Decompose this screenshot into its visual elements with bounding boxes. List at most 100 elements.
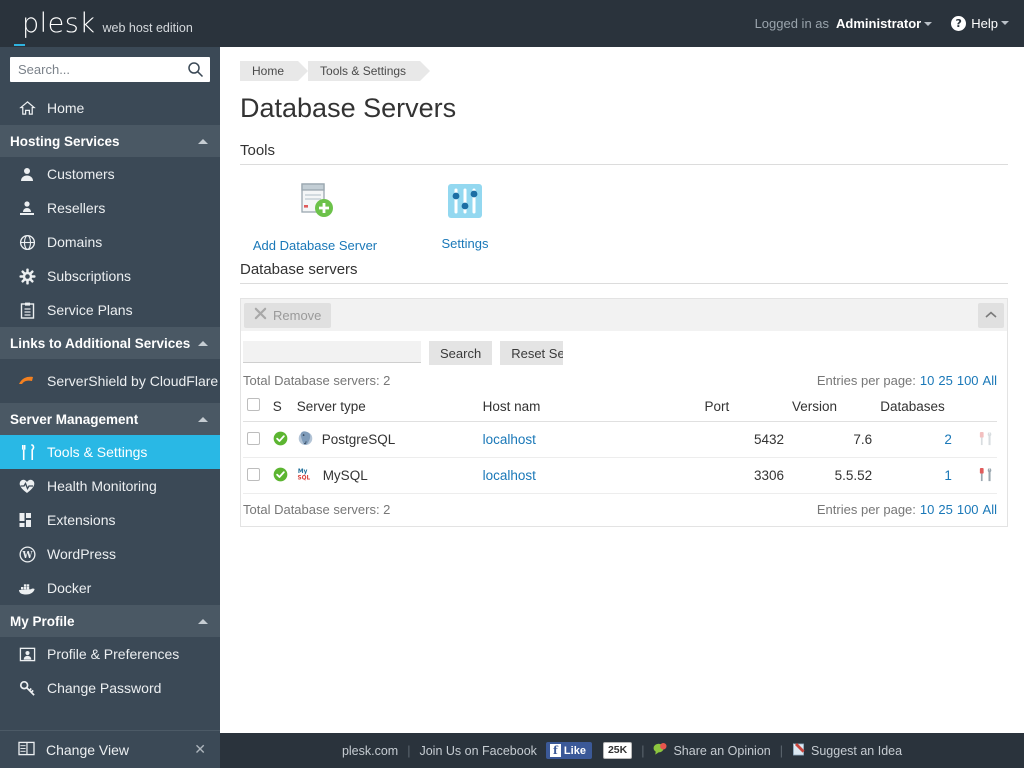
select-all-checkbox[interactable] <box>247 398 260 411</box>
search-icon[interactable] <box>187 61 204 78</box>
entries-option-10[interactable]: 10 <box>920 502 934 517</box>
row-version-cell: 7.6 <box>788 422 876 458</box>
extensions-icon <box>18 511 36 529</box>
change-view-button[interactable]: Change View ✕ <box>0 730 220 768</box>
table-head: S Server type Host nam Port Version Data… <box>243 393 997 422</box>
footer-separator: | <box>407 744 410 758</box>
close-icon[interactable]: ✕ <box>194 741 206 758</box>
sidebar-item-label: Home <box>47 100 84 116</box>
column-header-server-type[interactable]: Server type <box>293 393 479 422</box>
sidebar-group-label: Hosting Services <box>10 134 120 149</box>
admin-user-menu[interactable]: Administrator <box>836 16 932 31</box>
entries-option-25[interactable]: 25 <box>938 502 952 517</box>
entries-per-page-bottom: Entries per page:1025100All <box>817 502 997 517</box>
caret-up-icon <box>198 139 208 144</box>
cloudflare-icon <box>18 372 36 390</box>
add-database-server-tool[interactable]: Add Database Server <box>240 181 390 253</box>
tools-icon[interactable] <box>978 434 993 449</box>
total-count-label-top: Total Database servers: 2 <box>243 373 390 388</box>
caret-down-icon <box>1001 21 1009 25</box>
table-row[interactable]: My SQL MySQL localhost 3306 <box>243 458 997 494</box>
sidebar-item-label: ServerShield by CloudFlare <box>47 374 218 389</box>
footer-facebook-link[interactable]: Join Us on Facebook <box>419 744 536 758</box>
column-header-databases[interactable]: Databases <box>876 393 956 422</box>
sidebar-group-my-profile[interactable]: My Profile <box>0 605 220 637</box>
entries-per-page-top: Entries per page: 10 25 100 All <box>817 373 997 388</box>
column-header-port[interactable]: Port <box>701 393 788 422</box>
row-actions-cell <box>956 458 997 494</box>
breadcrumb-item-home[interactable]: Home <box>240 61 298 81</box>
entries-option-all[interactable]: All <box>983 502 997 517</box>
row-checkbox[interactable] <box>247 432 260 445</box>
settings-tool[interactable]: Settings <box>390 181 540 253</box>
row-status-cell <box>269 422 293 458</box>
sidebar-item-resellers[interactable]: Resellers <box>0 191 220 225</box>
search-input[interactable] <box>10 62 210 77</box>
row-port-cell: 3306 <box>701 458 788 494</box>
row-server-type-label: PostgreSQL <box>322 432 396 447</box>
sidebar-item-subscriptions[interactable]: Subscriptions <box>0 259 220 293</box>
filter-input[interactable] <box>243 341 421 363</box>
entries-option-25[interactable]: 25 <box>938 373 952 388</box>
profile-icon <box>18 645 36 663</box>
breadcrumb-item-tools-settings[interactable]: Tools & Settings <box>308 61 420 81</box>
collapse-panel-button[interactable] <box>978 303 1004 328</box>
column-header-status[interactable]: S <box>269 393 293 422</box>
resellers-icon <box>18 199 36 217</box>
suggest-idea-link[interactable]: Suggest an Idea <box>792 742 902 759</box>
sidebar-item-label: Customers <box>47 166 115 182</box>
sidebar-item-label: Domains <box>47 234 102 250</box>
reset-search-button[interactable]: Reset Search <box>500 341 563 365</box>
row-checkbox[interactable] <box>247 468 260 481</box>
sidebar-item-service-plans[interactable]: Service Plans <box>0 293 220 327</box>
sidebar-navigation: Home Hosting Services Customers Reseller… <box>0 47 220 768</box>
sidebar-item-home[interactable]: Home <box>0 91 220 125</box>
sidebar-item-servershield-cloudflare[interactable]: ServerShield by CloudFlare <box>0 359 220 403</box>
table-row[interactable]: PostgreSQL localhost 5432 7.6 2 <box>243 422 997 458</box>
sidebar-item-health-monitoring[interactable]: Health Monitoring <box>0 469 220 503</box>
databases-count-link[interactable]: 1 <box>944 468 952 483</box>
row-server-type-cell: PostgreSQL <box>293 422 479 458</box>
remove-button[interactable]: Remove <box>244 303 331 328</box>
sidebar-group-additional-services[interactable]: Links to Additional Services <box>0 327 220 359</box>
entries-per-page-label: Entries per page: <box>817 373 916 388</box>
entries-option-100[interactable]: 100 <box>957 502 979 517</box>
search-box[interactable] <box>10 57 210 82</box>
sidebar-group-label: My Profile <box>10 614 75 629</box>
column-header-version[interactable]: Version <box>788 393 876 422</box>
home-icon <box>18 99 36 117</box>
sidebar-item-docker[interactable]: Docker <box>0 571 220 605</box>
host-link[interactable]: localhost <box>483 432 536 447</box>
change-view-label: Change View <box>46 742 129 758</box>
breadcrumb: Home Tools & Settings <box>240 61 1008 81</box>
entries-option-100[interactable]: 100 <box>957 373 979 388</box>
sidebar-item-wordpress[interactable]: W WordPress <box>0 537 220 571</box>
row-databases-cell: 1 <box>876 458 956 494</box>
host-link[interactable]: localhost <box>483 468 536 483</box>
facebook-like-button[interactable]: f Like <box>546 742 592 759</box>
sidebar-item-extensions[interactable]: Extensions <box>0 503 220 537</box>
share-opinion-link[interactable]: Share an Opinion <box>653 742 770 759</box>
sidebar-item-domains[interactable]: Domains <box>0 225 220 259</box>
sidebar-group-server-management[interactable]: Server Management <box>0 403 220 435</box>
tools-icon[interactable] <box>978 470 993 485</box>
column-header-host-name[interactable]: Host nam <box>479 393 701 422</box>
logo-underline-accent <box>14 44 25 46</box>
logo-edition-text: web host edition <box>102 21 192 35</box>
entries-option-all[interactable]: All <box>983 373 997 388</box>
search-button[interactable]: Search <box>429 341 492 365</box>
sidebar-item-customers[interactable]: Customers <box>0 157 220 191</box>
logo-text: plesk <box>22 8 95 39</box>
sidebar-item-label: WordPress <box>47 546 116 562</box>
header-right-controls: Logged in as Administrator ? Help <box>755 16 1024 31</box>
footer-plesk-link[interactable]: plesk.com <box>342 744 398 758</box>
help-menu[interactable]: ? Help <box>951 16 1009 31</box>
sidebar-item-change-password[interactable]: Change Password <box>0 671 220 705</box>
content-padding-wrapper: Home Tools & Settings Database Servers T… <box>220 47 1024 527</box>
sidebar-group-hosting-services[interactable]: Hosting Services <box>0 125 220 157</box>
plesk-logo[interactable]: plesk web host edition <box>0 8 220 39</box>
sidebar-item-tools-settings[interactable]: Tools & Settings <box>0 435 220 469</box>
sidebar-item-profile-preferences[interactable]: Profile & Preferences <box>0 637 220 671</box>
databases-count-link[interactable]: 2 <box>944 432 952 447</box>
entries-option-10[interactable]: 10 <box>920 373 934 388</box>
